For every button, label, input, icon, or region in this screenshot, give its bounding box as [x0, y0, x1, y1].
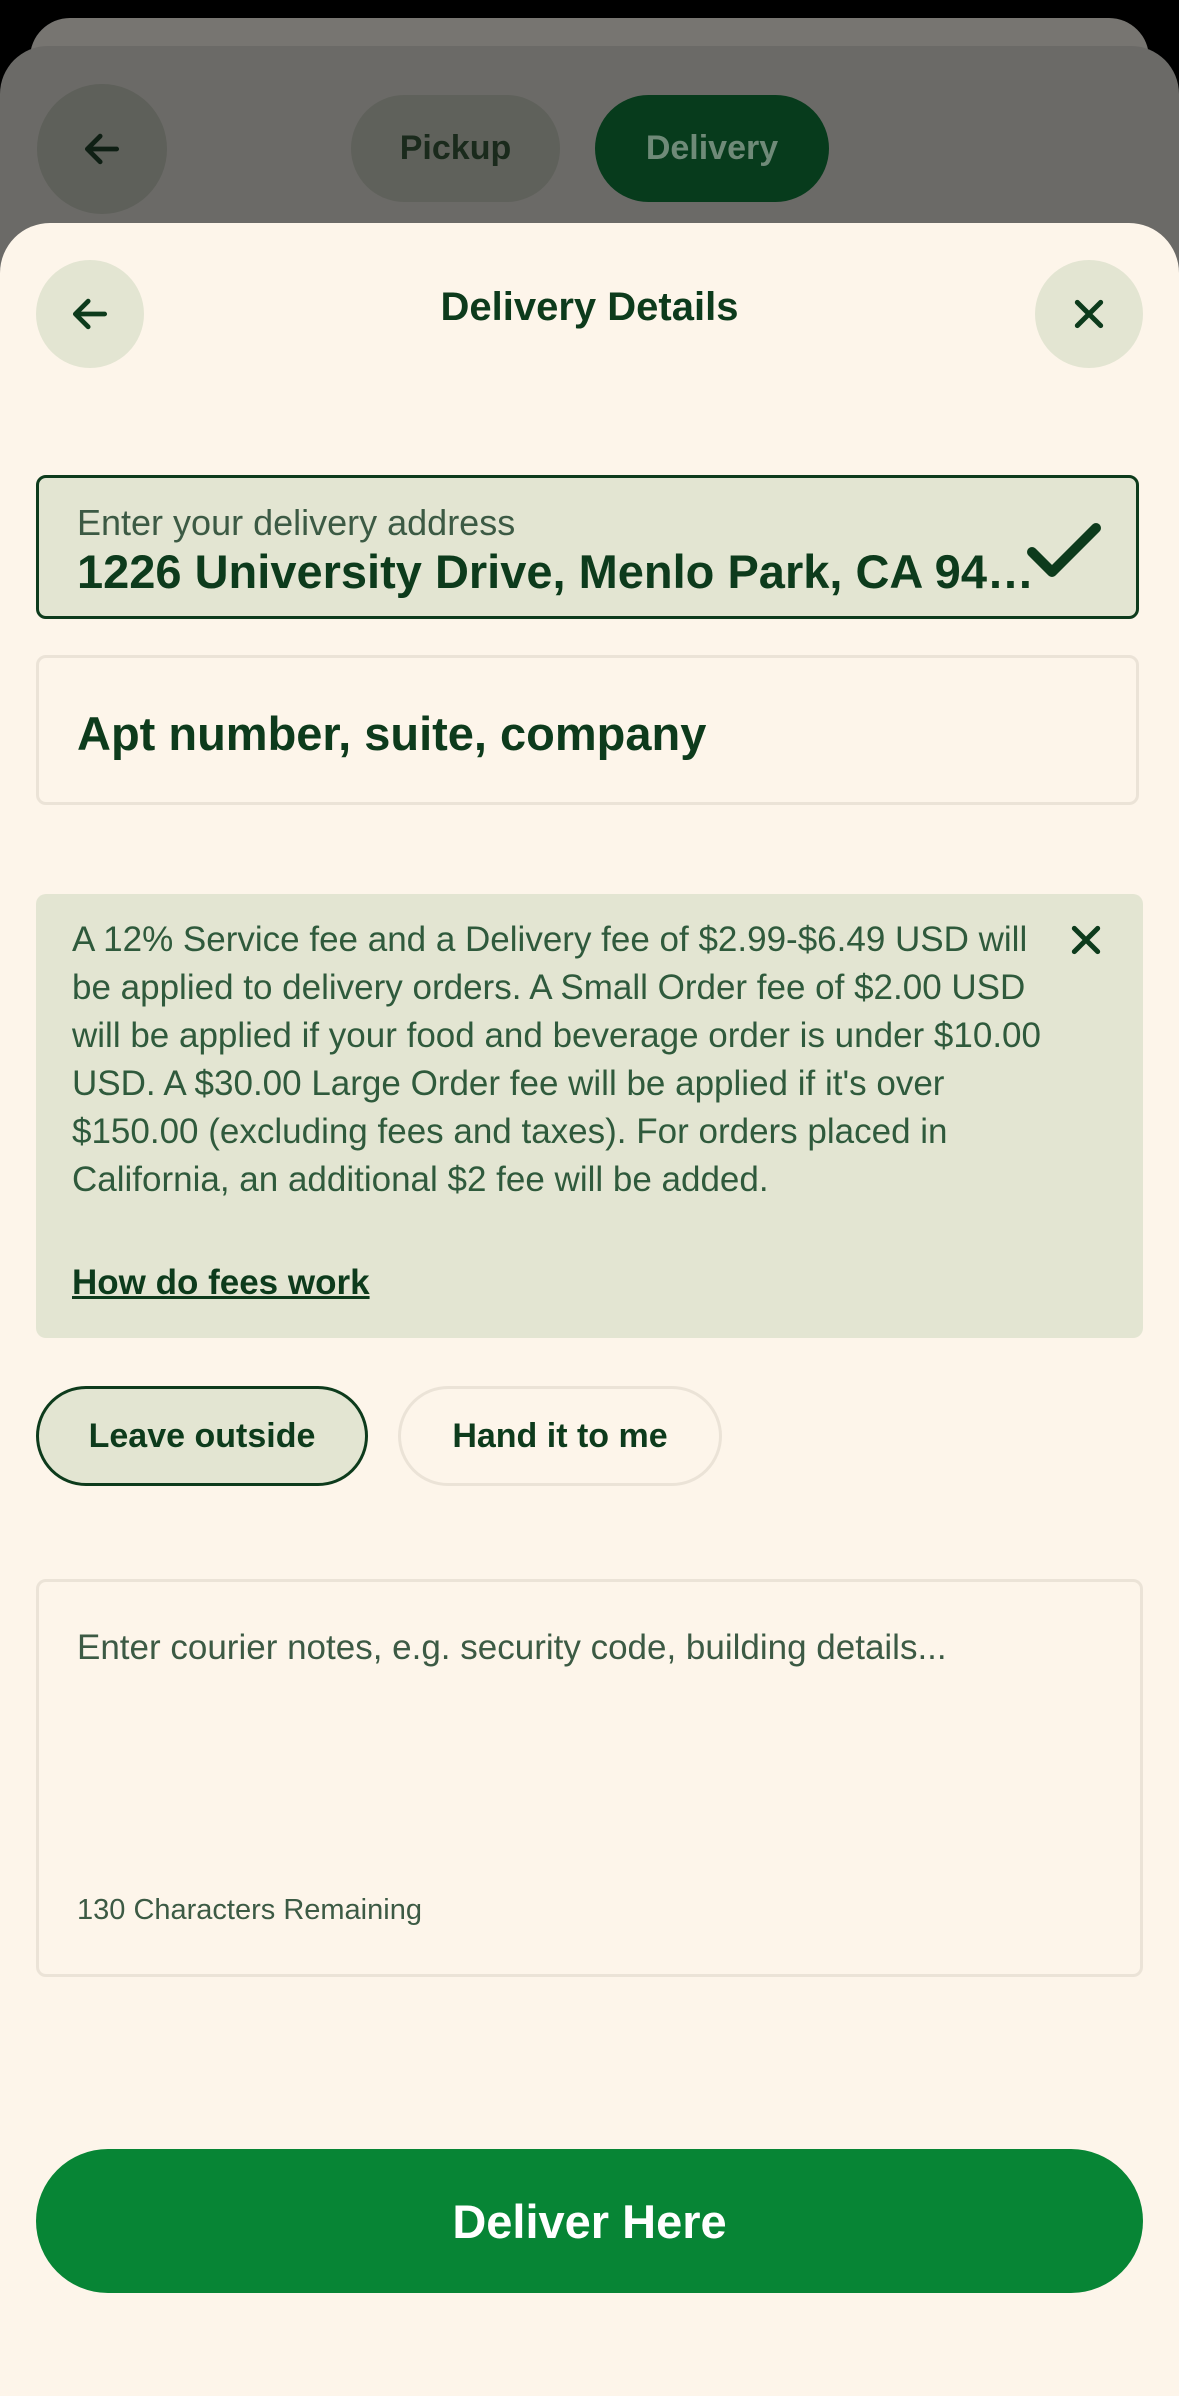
courier-notes-field[interactable]: Enter courier notes, e.g. security code,… [36, 1579, 1143, 1977]
arrow-left-icon [84, 133, 120, 165]
hand-it-to-me-option[interactable]: Hand it to me [398, 1386, 722, 1486]
background-tab-delivery: Delivery [595, 95, 829, 202]
fee-notice-text: A 12% Service fee and a Delivery fee of … [72, 920, 1041, 1199]
background-back-button [37, 84, 167, 214]
close-icon[interactable] [1066, 920, 1106, 960]
page-title: Delivery Details [440, 285, 739, 329]
delivery-address-field[interactable]: Enter your delivery address 1226 Univers… [36, 475, 1139, 619]
address-field-label: Enter your delivery address [77, 502, 516, 543]
how-fees-work-link[interactable]: How do fees work [72, 1263, 370, 1303]
leave-outside-option[interactable]: Leave outside [36, 1386, 368, 1486]
delivery-details-sheet: Delivery Details Enter your delivery add… [0, 223, 1179, 2396]
courier-notes-placeholder: Enter courier notes, e.g. security code,… [77, 1628, 947, 1667]
fee-notice: A 12% Service fee and a Delivery fee of … [36, 894, 1143, 1338]
check-icon [1027, 523, 1101, 577]
apt-suite-placeholder: Apt number, suite, company [77, 707, 707, 760]
close-button[interactable] [1035, 260, 1143, 368]
apt-suite-field[interactable]: Apt number, suite, company [36, 655, 1139, 805]
background-tab-pickup: Pickup [351, 95, 560, 202]
close-icon [1074, 299, 1104, 329]
address-field-value[interactable]: 1226 University Drive, Menlo Park, CA 94… [77, 544, 1057, 599]
deliver-here-button[interactable]: Deliver Here [36, 2149, 1143, 2293]
characters-remaining-counter: 130 Characters Remaining [77, 1894, 422, 1926]
